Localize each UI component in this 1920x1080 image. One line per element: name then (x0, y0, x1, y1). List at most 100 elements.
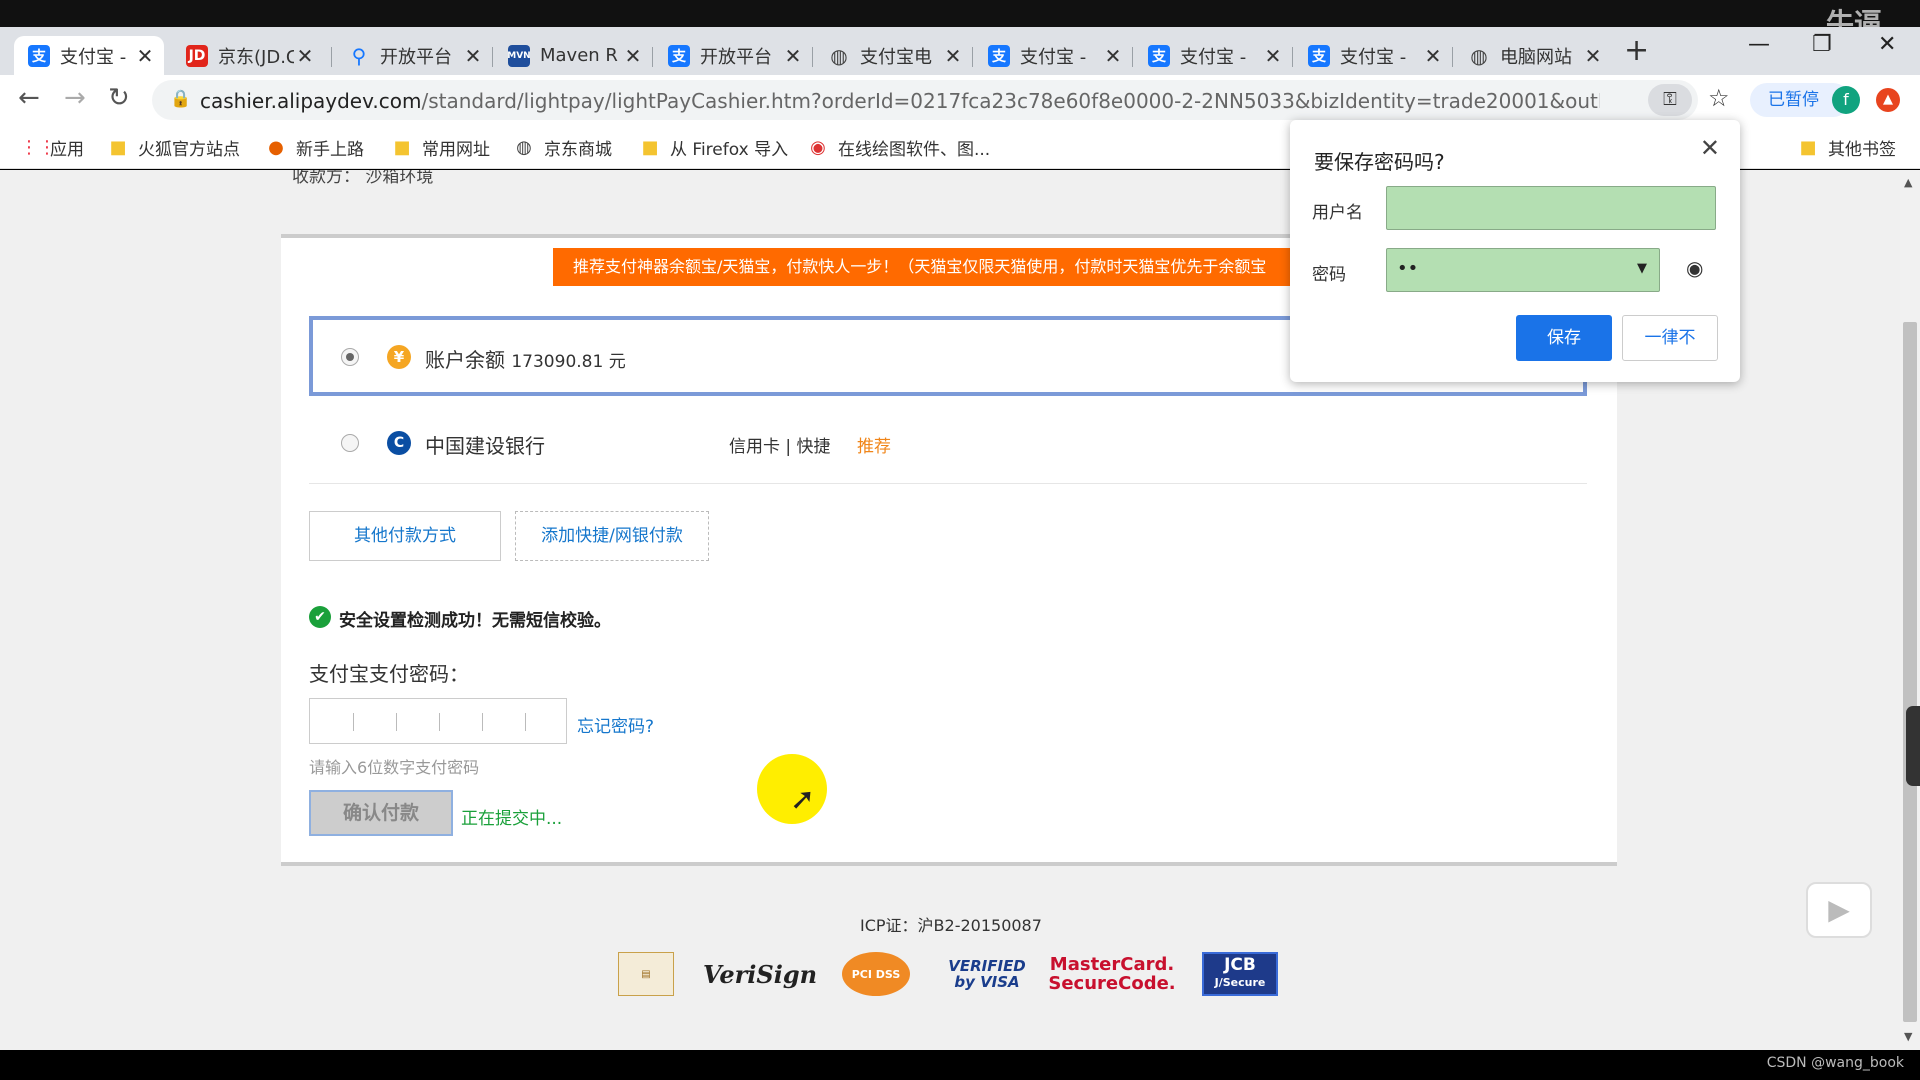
never-button[interactable]: 一律不 (1622, 315, 1718, 361)
bookmark-apps[interactable]: ⋮⋮ 应用 (20, 135, 84, 160)
tab-7[interactable]: 支 支付宝 - ✕ (974, 36, 1132, 75)
scroll-down-arrow-icon[interactable]: ▼ (1904, 1030, 1912, 1043)
url-text[interactable]: cashier.alipaydev.com/standard/lightpay/… (200, 89, 1600, 113)
bookmark-jd-mall[interactable]: ◍ 京东商城 (514, 135, 612, 160)
password-hint: 请输入6位数字支付密码 (309, 758, 480, 777)
tab-separator (972, 47, 973, 67)
close-icon[interactable]: ✕ (294, 44, 316, 68)
key-icon[interactable]: ⚿ (1648, 84, 1692, 116)
visa-badge-top: VERIFIED (948, 957, 1026, 975)
confirm-payment-button[interactable]: 确认付款 (309, 790, 453, 836)
close-icon[interactable]: ✕ (1262, 44, 1284, 68)
alipay-icon: 支 (988, 44, 1010, 67)
globe-icon: ◍ (830, 43, 848, 68)
balance-radio[interactable] (341, 348, 359, 366)
payment-password-input[interactable] (309, 698, 567, 744)
balance-label-text: 账户余额 (425, 348, 505, 372)
close-icon[interactable]: ✕ (134, 44, 156, 68)
tab-6[interactable]: ◍ 支付宝电 ✕ (814, 36, 972, 75)
password-cell-divider (482, 713, 483, 731)
tab-9[interactable]: 支 支付宝 - ✕ (1294, 36, 1452, 75)
tab-separator (812, 47, 813, 67)
password-select[interactable]: •• ▼ (1386, 248, 1660, 292)
other-payment-button[interactable]: 其他付款方式 (309, 511, 501, 561)
url-host: cashier.alipaydev.com (200, 89, 422, 113)
close-icon[interactable]: ✕ (1700, 134, 1720, 162)
tab-5[interactable]: 支 开放平台 ✕ (654, 36, 812, 75)
password-label: 支付宝支付密码： (309, 662, 469, 686)
close-icon[interactable]: ✕ (1582, 44, 1604, 68)
tab-title: 开放平台 (700, 46, 772, 68)
bank-card-tags: 信用卡 | 快捷 (729, 437, 831, 457)
tab-1[interactable]: 支 支付宝 - ✕ (14, 36, 164, 75)
tab-separator (1292, 47, 1293, 67)
mastercard-securecode-badge[interactable]: MasterCard. SecureCode. (1048, 952, 1175, 996)
bookmark-label: 火狐官方站点 (138, 140, 240, 160)
close-icon[interactable]: ✕ (462, 44, 484, 68)
bank-name: 中国建设银行 (425, 434, 545, 458)
tab-2[interactable]: JD 京东(JD.C ✕ (172, 36, 324, 75)
tab-8[interactable]: 支 支付宝 - ✕ (1134, 36, 1292, 75)
forward-arrow-icon[interactable]: → (64, 83, 86, 113)
bookmark-firefox-import[interactable]: ■ 从 Firefox 导入 (640, 135, 788, 160)
bookmark-common-sites[interactable]: ■ 常用网址 (392, 135, 490, 160)
balance-label: 账户余额 173090.81 元 (425, 344, 626, 373)
folder-icon: ■ (109, 137, 127, 158)
reload-icon[interactable]: ↻ (108, 83, 130, 113)
tab-title: 开放平台 (380, 46, 452, 68)
lock-icon: 🔒 (170, 89, 192, 109)
close-icon[interactable]: ✕ (782, 44, 804, 68)
mc-badge-bottom: SecureCode. (1048, 973, 1176, 994)
bookmark-firefox-sites[interactable]: ■ 火狐官方站点 (108, 135, 240, 160)
firefox-icon: ● (268, 137, 284, 158)
video-player-icon[interactable]: ▶ (1806, 882, 1872, 938)
jcb-jsecure-badge[interactable]: JCB J/Secure (1202, 952, 1278, 996)
side-panel-handle[interactable] (1906, 706, 1920, 786)
verified-by-visa-badge[interactable]: VERIFIED by VISA (948, 952, 1026, 996)
security-status-text: 安全设置检测成功！无需短信校验。 (339, 611, 611, 631)
tab-3[interactable]: ⚲ 开放平台 ✕ (334, 36, 492, 75)
certificate-badge-icon[interactable]: ▤ (618, 952, 674, 996)
address-bar[interactable]: 🔒 cashier.alipaydev.com/standard/lightpa… (152, 80, 1730, 120)
verisign-badge[interactable]: VeriSign (703, 952, 817, 996)
username-field[interactable] (1386, 186, 1716, 230)
option-divider (309, 483, 1587, 484)
bookmark-other[interactable]: ■ 其他书签 (1798, 135, 1896, 160)
check-circle-icon: ✔ (309, 606, 331, 628)
profile-avatar[interactable]: f (1832, 86, 1860, 114)
new-tab-button[interactable]: + (1624, 33, 1649, 68)
scroll-up-arrow-icon[interactable]: ▲ (1904, 176, 1912, 189)
tab-10[interactable]: ◍ 电脑网站 ✕ (1454, 36, 1612, 75)
tab-title: 京东(JD.C (218, 46, 294, 68)
close-icon[interactable]: ✕ (1102, 44, 1124, 68)
promo-banner: 推荐支付神器余额宝/天猫宝，付款快人一步！（天猫宝仅限天猫使用，付款时天猫宝优先… (553, 248, 1333, 286)
tab-title: 支付宝 - (1340, 46, 1407, 68)
top-strip: 牛逼 (0, 0, 1920, 40)
restore-icon[interactable]: ❐ (1812, 32, 1832, 57)
scroll-thumb[interactable] (1903, 322, 1917, 1022)
globe-icon: ◍ (516, 137, 532, 158)
pci-dss-badge[interactable]: PCI DSS (842, 952, 910, 996)
apps-grid-icon: ⋮⋮ (20, 137, 56, 158)
back-arrow-icon[interactable]: ← (18, 83, 40, 113)
page-scrollbar[interactable]: ▲ ▼ (1900, 170, 1920, 1050)
extension-icon[interactable]: ▲ (1876, 88, 1900, 112)
save-button[interactable]: 保存 (1516, 315, 1612, 361)
chevron-down-icon: ▼ (1637, 261, 1647, 276)
forgot-password-link[interactable]: 忘记密码? (577, 712, 654, 737)
close-icon[interactable]: ✕ (622, 44, 644, 68)
eye-icon[interactable]: ◉ (1686, 256, 1703, 280)
minimize-icon[interactable]: — (1748, 32, 1770, 57)
star-icon[interactable]: ☆ (1708, 84, 1730, 112)
add-quick-payment-button[interactable]: 添加快捷/网银付款 (515, 511, 709, 561)
tab-title: 支付宝电 (860, 46, 932, 68)
mouse-cursor-icon: ➚ (790, 782, 816, 817)
ccb-radio[interactable] (341, 434, 359, 452)
close-icon[interactable]: ✕ (942, 44, 964, 68)
close-icon[interactable]: ✕ (1422, 44, 1444, 68)
bookmark-getting-started[interactable]: ● 新手上路 (266, 135, 364, 160)
alipay-icon: 支 (1308, 44, 1330, 67)
tab-4[interactable]: MVN Maven R ✕ (494, 36, 652, 75)
close-window-icon[interactable]: ✕ (1878, 32, 1896, 57)
bookmark-online-draw[interactable]: ◉ 在线绘图软件、图... (808, 135, 990, 160)
